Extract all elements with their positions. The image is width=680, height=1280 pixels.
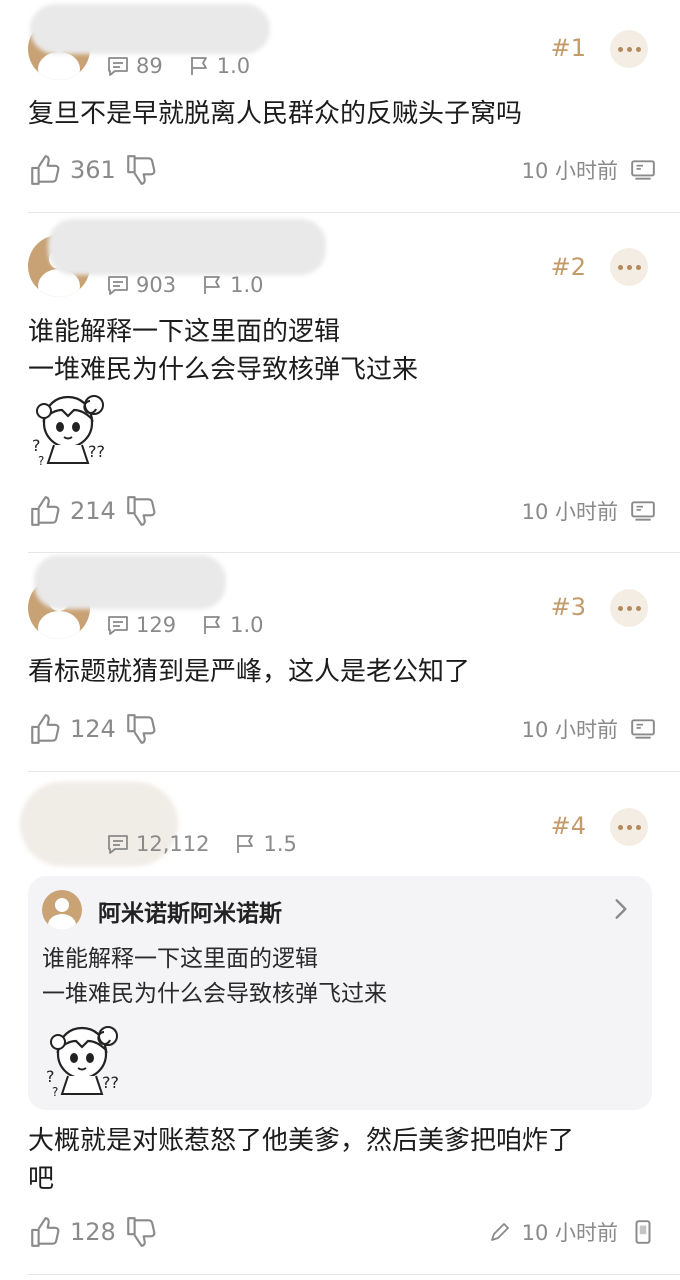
like-count: 361 <box>70 156 116 184</box>
comment-icon <box>106 613 130 637</box>
ratio-value: 1.0 <box>230 273 264 297</box>
like-count: 128 <box>70 1218 116 1246</box>
comment-icon <box>106 832 130 856</box>
desktop-icon <box>630 716 656 742</box>
post-meta: 903 1.0 <box>106 271 264 299</box>
more-options-button[interactable] <box>610 808 648 846</box>
desktop-icon <box>630 157 656 183</box>
quoted-text: 谁能解释一下这里面的逻辑 一堆难民为什么会导致核弹飞过来 <box>42 946 387 1007</box>
like-count: 214 <box>70 497 116 525</box>
like-button[interactable]: 214 <box>28 494 158 528</box>
post-content: 看标题就猜到是严峰，这人是老公知了 <box>28 657 471 687</box>
more-options-button[interactable] <box>610 589 648 627</box>
quoted-author-avatar <box>42 890 82 930</box>
username-redacted[interactable] <box>48 219 326 275</box>
post-meta: 129 1.0 <box>106 611 264 639</box>
username-redacted[interactable] <box>34 555 226 609</box>
reply-count: 903 <box>136 273 177 297</box>
phone-icon <box>630 1219 656 1245</box>
post-actions: 124 10 小时前 <box>28 709 656 749</box>
post-content: 谁能解释一下这里面的逻辑 一堆难民为什么会导致核弹飞过来 <box>28 317 419 385</box>
confused-anime-girl-sticker <box>28 385 112 469</box>
post-actions: 214 10 小时前 <box>28 491 656 531</box>
quoted-reply[interactable]: 阿米诺斯阿米诺斯 谁能解释一下这里面的逻辑 一堆难民为什么会导致核弹飞过来 <box>28 876 652 1110</box>
username-redacted[interactable] <box>30 4 270 54</box>
reply-count: 129 <box>136 613 177 637</box>
flag-icon <box>233 832 257 856</box>
thumbs-down-icon[interactable] <box>124 153 158 187</box>
thumbs-up-icon <box>28 712 62 746</box>
like-button[interactable]: 361 <box>28 153 158 187</box>
post-content: 复旦不是早就脱离人民群众的反贼头子窝吗 <box>28 99 523 129</box>
flag-icon <box>200 273 224 297</box>
post-1: 89 1.0 #1 复旦不是早就脱离人民群众的反贼头子窝吗 361 10 小时前 <box>0 0 680 212</box>
more-options-button[interactable] <box>610 248 648 286</box>
thumbs-down-icon[interactable] <box>124 712 158 746</box>
post-2: 903 1.0 #2 谁能解释一下这里面的逻辑 一堆难民为什么会导致核弹飞过来 … <box>0 213 680 553</box>
floor-number: #1 <box>550 34 586 62</box>
reply-count: 12,112 <box>136 832 210 856</box>
thumbs-up-icon <box>28 494 62 528</box>
floor-number: #4 <box>550 812 586 840</box>
divider <box>28 1274 680 1275</box>
thumbs-down-icon[interactable] <box>124 1215 158 1249</box>
ratio-value: 1.0 <box>230 613 264 637</box>
like-count: 124 <box>70 715 116 743</box>
desktop-icon <box>630 498 656 524</box>
floor-number: #3 <box>550 593 586 621</box>
thumbs-up-icon <box>28 1215 62 1249</box>
chevron-right-icon <box>608 896 634 922</box>
thumbs-down-icon[interactable] <box>124 494 158 528</box>
thumbs-up-icon <box>28 153 62 187</box>
like-button[interactable]: 128 <box>28 1215 158 1249</box>
comment-icon <box>106 54 130 78</box>
post-actions: 128 10 小时前 <box>28 1212 656 1252</box>
floor-number: #2 <box>550 253 586 281</box>
flag-icon <box>187 54 211 78</box>
post-3: 129 1.0 #3 看标题就猜到是严峰，这人是老公知了 124 10 小时前 <box>0 553 680 771</box>
post-time: 10 小时前 <box>521 159 618 183</box>
post-time: 10 小时前 <box>521 718 618 742</box>
post-content: 大概就是对账惹怒了他美爹，然后美爹把咱炸了 吧 <box>28 1126 575 1194</box>
ratio-value: 1.0 <box>216 54 251 78</box>
quoted-author-name: 阿米诺斯阿米诺斯 <box>98 901 282 927</box>
more-options-button[interactable] <box>610 30 648 68</box>
post-time: 10 小时前 <box>521 1221 618 1245</box>
post-meta: 12,112 1.5 <box>106 830 297 858</box>
confused-anime-girl-sticker <box>42 1016 126 1100</box>
post-meta: 89 1.0 <box>106 52 250 80</box>
ratio-value: 1.5 <box>263 832 297 856</box>
post-time: 10 小时前 <box>521 500 618 524</box>
reply-count: 89 <box>136 54 163 78</box>
comment-icon <box>106 273 130 297</box>
like-button[interactable]: 124 <box>28 712 158 746</box>
pencil-icon <box>488 1220 512 1244</box>
flag-icon <box>200 613 224 637</box>
post-actions: 361 10 小时前 <box>28 150 656 190</box>
post-4: 12,112 1.5 #4 阿米诺斯阿米诺斯 谁能解释一下这里面的逻辑 一堆难民… <box>0 772 680 1272</box>
